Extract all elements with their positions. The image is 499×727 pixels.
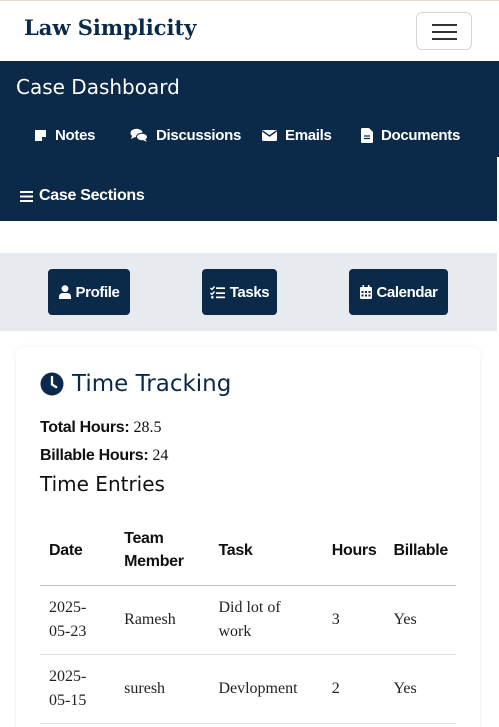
billable-hours-value: 24 [152,447,169,464]
quick-actions-bar: Profile Tasks Calendar [0,253,497,331]
case-sections-label: Case Sections [39,187,145,204]
time-tracking-card: Time Tracking Total Hours: 28.5 Billable… [16,347,480,727]
profile-button[interactable]: Profile [48,269,130,315]
total-hours: Total Hours: 28.5 [40,419,161,437]
billable-hours: Billable Hours: 24 [40,447,168,465]
nav-discussions-label: Discussions [156,126,242,144]
calendar-icon [359,285,372,299]
nav-notes-label: Notes [55,126,96,144]
envelope-icon [262,129,277,141]
cell-date: 2025-05-23 [40,585,116,655]
cell-hours: 3 [322,585,385,655]
cell-team-member: Ramesh [115,585,210,655]
case-dashboard-header: Case Dashboard Notes Discussions Emails … [0,61,497,221]
case-sections-toggle[interactable]: Case Sections [20,187,145,205]
list-icon [20,190,33,202]
column-header-date: Date [40,517,116,586]
total-hours-label: Total Hours: [40,419,130,436]
nav-documents[interactable]: Documents [361,125,460,145]
time-entries-title: Time Entries [40,472,165,496]
table-header-row: Date Team Member Task Hours Billable [40,517,456,586]
profile-button-label: Profile [75,283,120,301]
nav-emails[interactable]: Emails [262,125,332,145]
column-header-hours: Hours [322,517,385,586]
time-entries-table: Date Team Member Task Hours Billable 202… [40,517,456,724]
table-row: 2025-05-23 Ramesh Did lot of work 3 Yes [40,585,456,655]
top-navbar: Law Simplicity [0,0,499,61]
checklist-icon [209,285,225,299]
cell-team-member: suresh [115,654,210,724]
cell-date: 2025-05-15 [40,654,116,724]
nav-emails-label: Emails [285,126,332,144]
cell-task: Devlopment [209,654,323,724]
file-icon [361,127,373,143]
cell-billable: Yes [384,654,456,724]
cell-hours: 2 [322,654,385,724]
calendar-button-label: Calendar [376,283,438,301]
tasks-button-label: Tasks [229,283,270,301]
billable-hours-label: Billable Hours: [40,447,149,464]
time-tracking-title: Time Tracking [72,371,232,397]
hamburger-menu-icon [432,24,457,26]
clock-icon [40,372,64,396]
brand-logo[interactable]: Law Simplicity [24,15,196,40]
cell-task: Did lot of work [209,585,323,655]
user-icon [58,285,71,299]
sticky-note-icon [35,129,46,141]
comments-icon [130,128,148,142]
tasks-button[interactable]: Tasks [202,269,277,315]
column-header-team-member: Team Member [115,517,210,586]
nav-documents-label: Documents [381,126,460,144]
column-header-billable: Billable [384,517,456,586]
menu-toggle-button[interactable] [416,12,472,50]
time-tracking-heading: Time Tracking [40,371,231,397]
nav-discussions[interactable]: Discussions [130,125,241,145]
total-hours-value: 28.5 [133,419,162,436]
table-row: 2025-05-15 suresh Devlopment 2 Yes [40,654,456,724]
cell-billable: Yes [384,585,456,655]
nav-notes[interactable]: Notes [34,125,95,145]
calendar-button[interactable]: Calendar [349,269,448,315]
column-header-task: Task [209,517,323,586]
case-dashboard-title: Case Dashboard [16,75,180,99]
